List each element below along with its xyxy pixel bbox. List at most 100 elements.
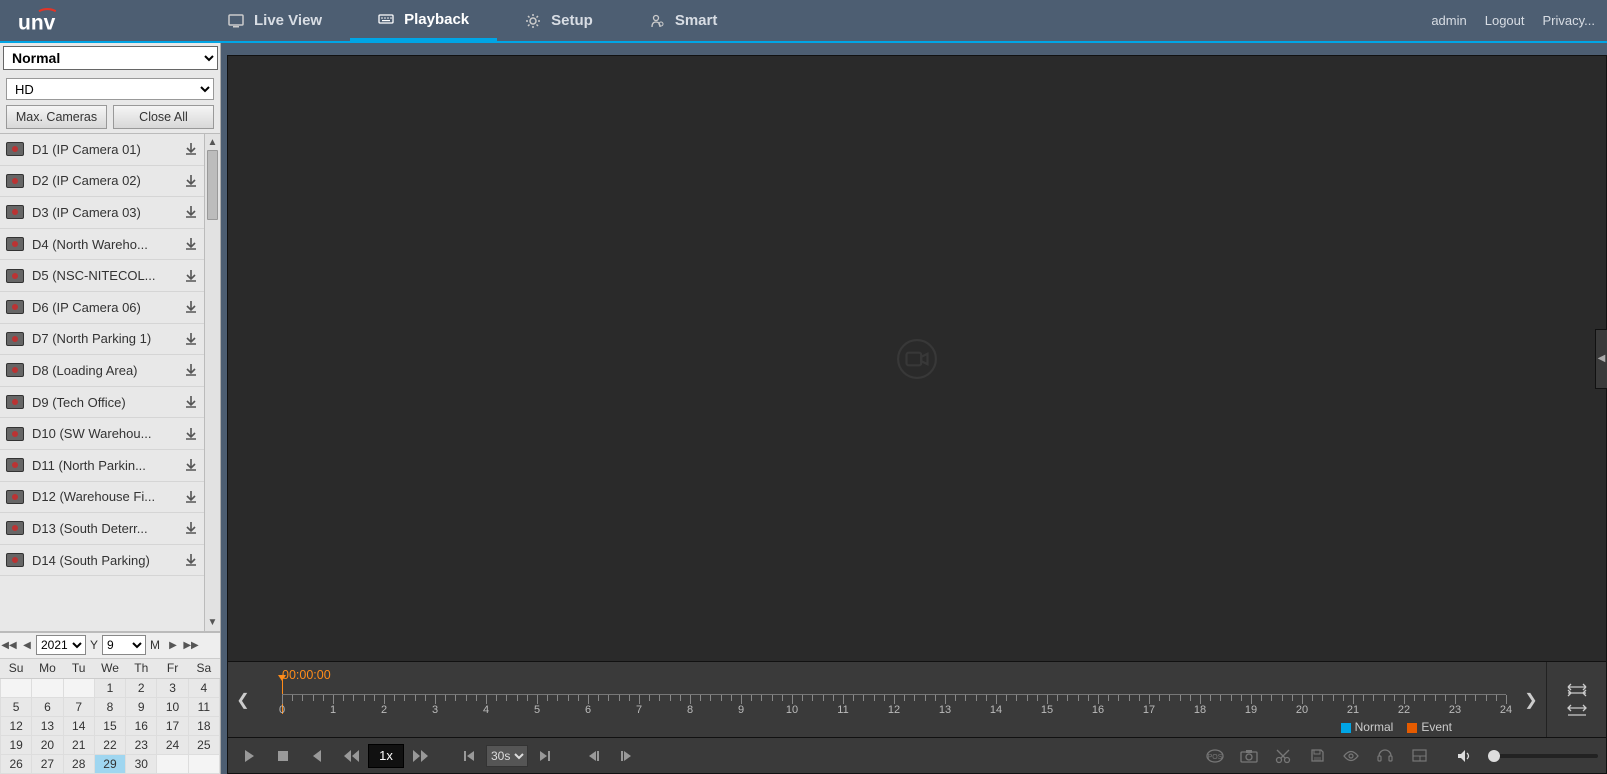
download-icon[interactable] xyxy=(184,490,198,504)
download-icon[interactable] xyxy=(184,269,198,283)
download-icon[interactable] xyxy=(184,142,198,156)
download-icon[interactable] xyxy=(184,205,198,219)
cal-day[interactable]: 3 xyxy=(157,679,188,698)
cal-day[interactable]: 24 xyxy=(157,736,188,755)
tab-playback[interactable]: Playback xyxy=(350,0,497,41)
scroll-thumb[interactable] xyxy=(207,150,218,220)
cal-day[interactable]: 30 xyxy=(126,755,157,774)
cal-day[interactable]: 5 xyxy=(1,698,32,717)
download-icon[interactable] xyxy=(184,395,198,409)
quality-select[interactable]: HD xyxy=(6,78,214,100)
step-back-button[interactable] xyxy=(300,742,334,770)
cal-day[interactable]: 19 xyxy=(1,736,32,755)
frame-back-button[interactable] xyxy=(576,742,610,770)
scroll-down-icon[interactable]: ▼ xyxy=(205,615,220,631)
cal-month-select[interactable]: 9 xyxy=(102,635,146,655)
cal-day[interactable]: 8 xyxy=(94,698,125,717)
tab-smart[interactable]: Smart xyxy=(621,0,746,41)
cal-day[interactable]: 9 xyxy=(126,698,157,717)
camera-row[interactable]: D6 (IP Camera 06) xyxy=(0,292,204,324)
user-link[interactable]: admin xyxy=(1431,13,1466,28)
zoom-fit-icon[interactable] xyxy=(1567,683,1587,697)
cal-year-prev-fast[interactable]: ◀◀ xyxy=(0,634,18,656)
cal-day[interactable]: 12 xyxy=(1,717,32,736)
cal-day[interactable]: 16 xyxy=(126,717,157,736)
cal-day[interactable]: 15 xyxy=(94,717,125,736)
play-button[interactable] xyxy=(232,742,266,770)
zoom-range-icon[interactable] xyxy=(1567,703,1587,717)
camera-row[interactable]: D2 (IP Camera 02) xyxy=(0,166,204,198)
camera-row[interactable]: D5 (NSC-NITECOL... xyxy=(0,260,204,292)
camera-row[interactable]: D9 (Tech Office) xyxy=(0,387,204,419)
save-icon[interactable] xyxy=(1300,742,1334,770)
cal-day[interactable]: 10 xyxy=(157,698,188,717)
cal-day[interactable]: 29 xyxy=(94,755,125,774)
privacy-link[interactable]: Privacy... xyxy=(1543,13,1596,28)
cal-day[interactable]: 4 xyxy=(188,679,219,698)
audio-talk-icon[interactable] xyxy=(1368,742,1402,770)
download-icon[interactable] xyxy=(184,174,198,188)
cal-day[interactable]: 28 xyxy=(63,755,94,774)
layout-icon[interactable] xyxy=(1402,742,1436,770)
close-all-button[interactable]: Close All xyxy=(113,105,214,129)
mode-select[interactable]: Normal xyxy=(3,46,218,70)
cal-day[interactable]: 14 xyxy=(63,717,94,736)
video-viewport[interactable]: ◀ xyxy=(228,56,1606,661)
stop-button[interactable] xyxy=(266,742,300,770)
logout-link[interactable]: Logout xyxy=(1485,13,1525,28)
clip-icon[interactable] xyxy=(1266,742,1300,770)
cal-day[interactable]: 18 xyxy=(188,717,219,736)
camera-scrollbar[interactable]: ▲ ▼ xyxy=(204,134,220,631)
cal-day[interactable]: 23 xyxy=(126,736,157,755)
cal-day[interactable]: 20 xyxy=(32,736,63,755)
tab-liveview[interactable]: Live View xyxy=(200,0,350,41)
frame-forward-button[interactable] xyxy=(610,742,644,770)
cal-year-select[interactable]: 2021 xyxy=(36,635,86,655)
cal-day[interactable]: 1 xyxy=(94,679,125,698)
rewind-button[interactable] xyxy=(334,742,368,770)
camera-row[interactable]: D4 (North Wareho... xyxy=(0,229,204,261)
cal-next[interactable]: ▶ xyxy=(164,634,182,656)
collapse-panel-button[interactable]: ◀ xyxy=(1595,329,1607,389)
cal-day[interactable]: 25 xyxy=(188,736,219,755)
cal-day[interactable]: 21 xyxy=(63,736,94,755)
download-icon[interactable] xyxy=(184,363,198,377)
fastforward-button[interactable] xyxy=(404,742,438,770)
volume-icon[interactable] xyxy=(1448,742,1482,770)
cal-day[interactable]: 6 xyxy=(32,698,63,717)
camera-row[interactable]: D10 (SW Warehou... xyxy=(0,418,204,450)
scroll-up-icon[interactable]: ▲ xyxy=(205,134,220,150)
camera-row[interactable]: D12 (Warehouse Fi... xyxy=(0,482,204,514)
timeline-prev[interactable]: ❮ xyxy=(228,662,258,737)
download-icon[interactable] xyxy=(184,237,198,251)
camera-row[interactable]: D13 (South Deterr... xyxy=(0,513,204,545)
camera-row[interactable]: D8 (Loading Area) xyxy=(0,355,204,387)
speed-indicator[interactable]: 1x xyxy=(368,744,404,768)
volume-slider[interactable] xyxy=(1488,754,1598,758)
download-icon[interactable] xyxy=(184,332,198,346)
cal-day[interactable]: 22 xyxy=(94,736,125,755)
download-icon[interactable] xyxy=(184,427,198,441)
snapshot-icon[interactable] xyxy=(1232,742,1266,770)
cal-prev[interactable]: ◀ xyxy=(18,634,36,656)
cal-day[interactable]: 11 xyxy=(188,698,219,717)
jump-forward-button[interactable] xyxy=(528,742,562,770)
step-interval-select[interactable]: 30s xyxy=(486,742,528,770)
cal-day[interactable]: 17 xyxy=(157,717,188,736)
camera-row[interactable]: D11 (North Parkin... xyxy=(0,450,204,482)
tab-setup[interactable]: Setup xyxy=(497,0,621,41)
timeline-next[interactable]: ❯ xyxy=(1516,662,1546,737)
cal-day[interactable]: 26 xyxy=(1,755,32,774)
camera-row[interactable]: D1 (IP Camera 01) xyxy=(0,134,204,166)
cal-day[interactable]: 7 xyxy=(63,698,94,717)
cal-day[interactable]: 2 xyxy=(126,679,157,698)
cal-day[interactable]: 27 xyxy=(32,755,63,774)
camera-row[interactable]: D7 (North Parking 1) xyxy=(0,324,204,356)
max-cameras-button[interactable]: Max. Cameras xyxy=(6,105,107,129)
download-icon[interactable] xyxy=(184,300,198,314)
download-icon[interactable] xyxy=(184,553,198,567)
download-icon[interactable] xyxy=(184,521,198,535)
timeline-body[interactable]: 00:00:00 0123456789101112131415161718192… xyxy=(258,662,1516,737)
cal-year-next-fast[interactable]: ▶▶ xyxy=(182,634,200,656)
cal-day[interactable]: 13 xyxy=(32,717,63,736)
